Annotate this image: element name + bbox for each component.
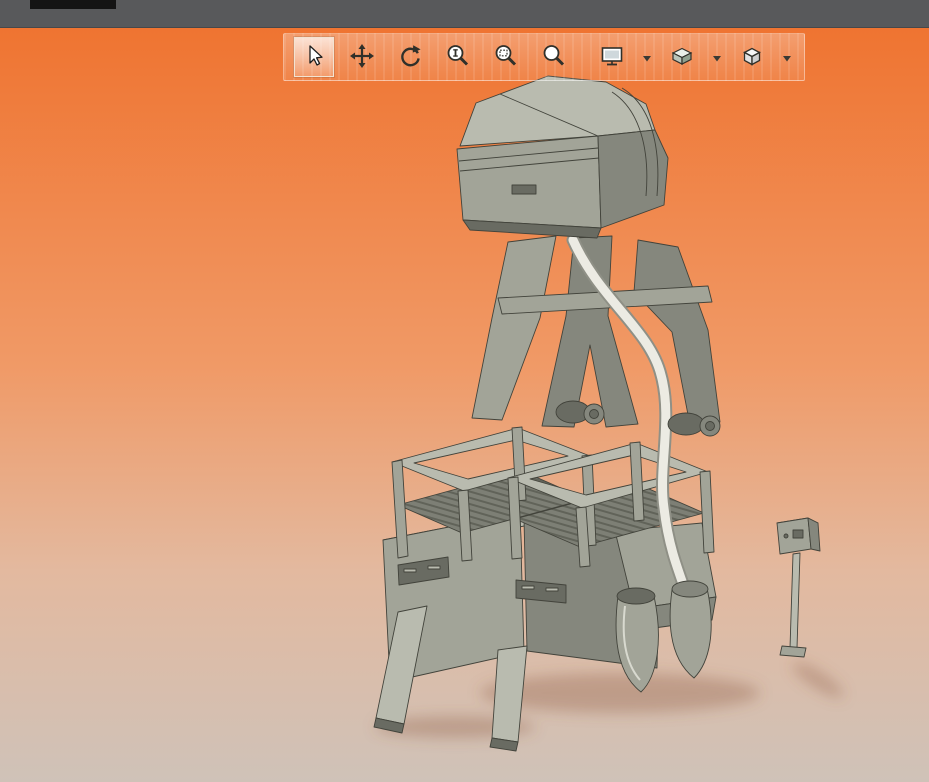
neck-cross-beam <box>497 285 713 315</box>
magnifier-fit-icon <box>541 43 567 72</box>
chute-top <box>614 522 717 610</box>
stand-base <box>779 645 807 658</box>
motor-left <box>555 400 605 425</box>
box-plate-right <box>515 579 567 604</box>
frame-right <box>507 442 709 509</box>
rotate-tool-button[interactable] <box>390 37 430 77</box>
box-right-front <box>523 518 661 669</box>
chevron-down-icon <box>713 50 721 65</box>
3d-viewport[interactable] <box>0 28 929 782</box>
funnel-left <box>615 587 659 693</box>
view-orientation-button[interactable] <box>592 37 632 77</box>
frame-left <box>391 427 591 492</box>
stand-pole <box>789 552 801 649</box>
neck-center-y <box>541 235 639 428</box>
machine-body <box>373 75 721 752</box>
select-tool-button[interactable] <box>294 37 334 77</box>
pan-tool-button[interactable] <box>342 37 382 77</box>
motor-right <box>667 412 721 437</box>
section-view-button[interactable] <box>662 37 702 77</box>
titlebar-notch <box>30 0 116 9</box>
chevron-down-icon <box>783 50 791 65</box>
view-orientation-dropdown-arrow[interactable] <box>640 37 654 77</box>
box-right-top <box>519 506 670 527</box>
box-left-front <box>382 512 525 683</box>
chevron-down-icon <box>643 50 651 65</box>
funnel-right <box>669 580 712 679</box>
magnifier-zoom-icon <box>445 43 471 72</box>
neck-left-leg <box>471 235 557 421</box>
zoom-fit-tool-button[interactable] <box>534 37 574 77</box>
ground-shadow <box>375 662 844 738</box>
pan-arrows-icon <box>349 43 375 72</box>
stand <box>776 517 821 658</box>
titlebar <box>0 0 929 28</box>
box-plate-left <box>397 556 450 586</box>
zoom-area-tool-button[interactable] <box>486 37 526 77</box>
neck-right-leg <box>633 239 721 426</box>
rotate-arrow-icon <box>397 43 423 72</box>
sieve-left <box>397 470 587 534</box>
pipe <box>568 235 693 603</box>
machine-model <box>373 75 844 752</box>
leg-front-center <box>491 645 528 743</box>
cube-icon <box>739 43 765 72</box>
hopper <box>456 75 669 239</box>
box-left-top <box>382 512 550 550</box>
magnifier-area-icon <box>493 43 519 72</box>
pipe-outline <box>566 233 695 605</box>
monitor-icon <box>599 43 625 72</box>
section-view-dropdown-arrow[interactable] <box>710 37 724 77</box>
sieve-right <box>514 484 705 548</box>
cursor-arrow-icon <box>301 43 327 72</box>
hopper-handle <box>511 184 537 195</box>
display-style-button[interactable] <box>732 37 772 77</box>
display-style-dropdown-arrow[interactable] <box>780 37 794 77</box>
leg-front-left <box>375 605 428 725</box>
section-planes-icon <box>669 43 695 72</box>
chute-bottom <box>633 596 717 631</box>
zoom-tool-button[interactable] <box>438 37 478 77</box>
view-toolbar <box>283 33 805 81</box>
